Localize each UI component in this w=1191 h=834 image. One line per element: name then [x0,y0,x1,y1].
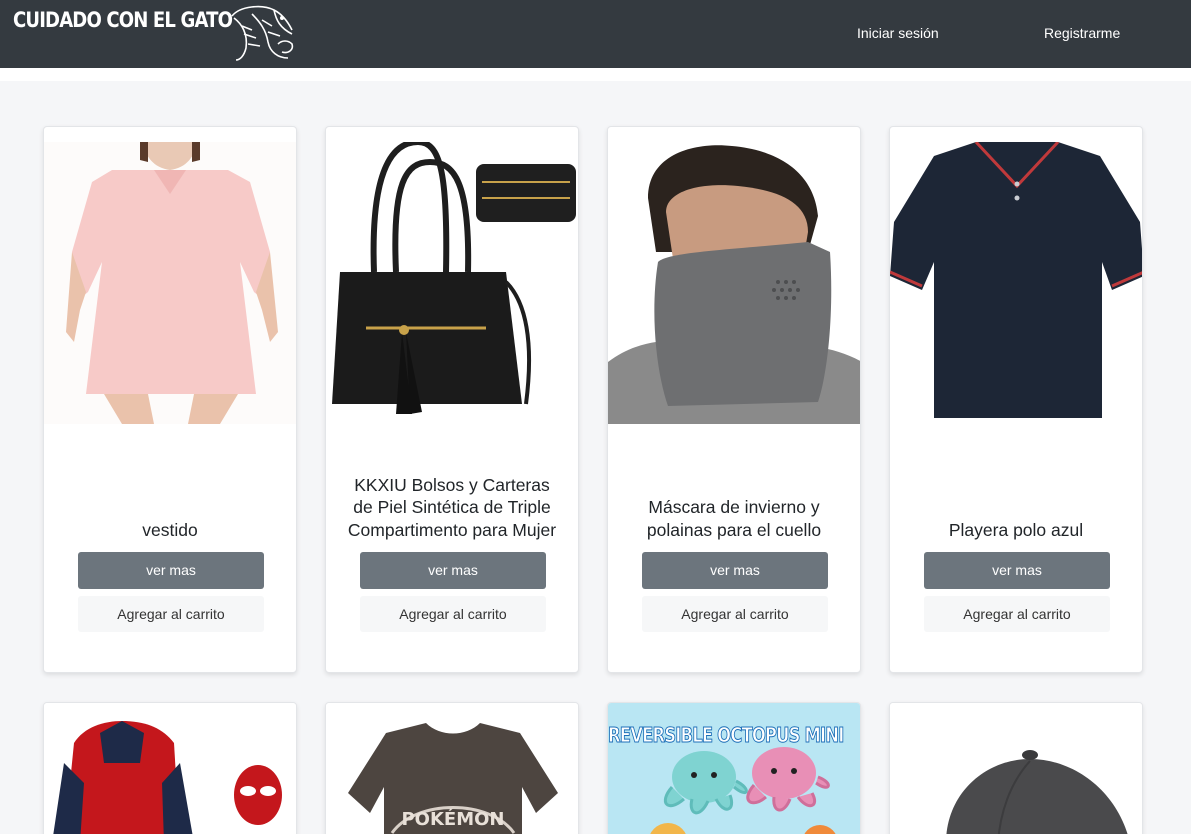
navy-polo-image[interactable] [890,142,1142,424]
black-handbag-image[interactable] [326,142,578,424]
product-card-bolso: KKXIU Bolsos y Carteras de Piel Sintétic… [325,126,579,673]
add-to-cart-button[interactable]: Agregar al carrito [360,596,546,632]
ver-mas-button[interactable]: ver mas [360,552,546,589]
ver-mas-button[interactable]: ver mas [78,552,264,589]
product-card-vestido: vestido ver mas Agregar al carrito [43,126,297,673]
ver-mas-button[interactable]: ver mas [642,552,828,589]
product-card-pokemon: POKÉMON [325,702,579,834]
product-card-octopus: REVERSIBLE OCTOPUS MINI [607,702,861,834]
pokemon-logo-text: POKÉMON [401,808,504,830]
product-card-spiderman [43,702,297,834]
product-card-mascara: Máscara de invierno y polainas para el c… [607,126,861,673]
add-to-cart-button[interactable]: Agregar al carrito [642,596,828,632]
product-title[interactable]: Playera polo azul [910,519,1122,542]
spiderman-costume-image[interactable] [44,703,296,834]
product-title[interactable]: Máscara de invierno y polainas para el c… [628,496,840,541]
navbar: CUIDADO CON EL GATO Iniciar sesión Regis… [0,0,1191,68]
pokemon-shirt-image[interactable]: POKÉMON [326,703,578,834]
product-card-playera: Playera polo azul ver mas Agregar al car… [889,126,1143,673]
ver-mas-button[interactable]: ver mas [924,552,1110,589]
product-title[interactable]: vestido [64,519,276,542]
pink-dress-image[interactable] [44,142,296,424]
product-card-cap [889,702,1143,834]
product-title[interactable]: KKXIU Bolsos y Carteras de Piel Sintétic… [346,474,558,542]
brand-name[interactable]: CUIDADO CON EL GATO [13,8,233,32]
add-to-cart-button[interactable]: Agregar al carrito [924,596,1110,632]
octopus-plush-image[interactable]: REVERSIBLE OCTOPUS MINI [608,703,860,834]
gray-cap-image[interactable] [890,703,1142,834]
add-to-cart-button[interactable]: Agregar al carrito [78,596,264,632]
octopus-banner-text: REVERSIBLE OCTOPUS MINI [608,723,845,748]
tiger-icon[interactable] [222,4,298,62]
register-link[interactable]: Registrarme [1044,25,1120,41]
login-link[interactable]: Iniciar sesión [857,25,939,41]
header-divider [0,68,1191,81]
neck-gaiter-image[interactable] [608,142,860,424]
